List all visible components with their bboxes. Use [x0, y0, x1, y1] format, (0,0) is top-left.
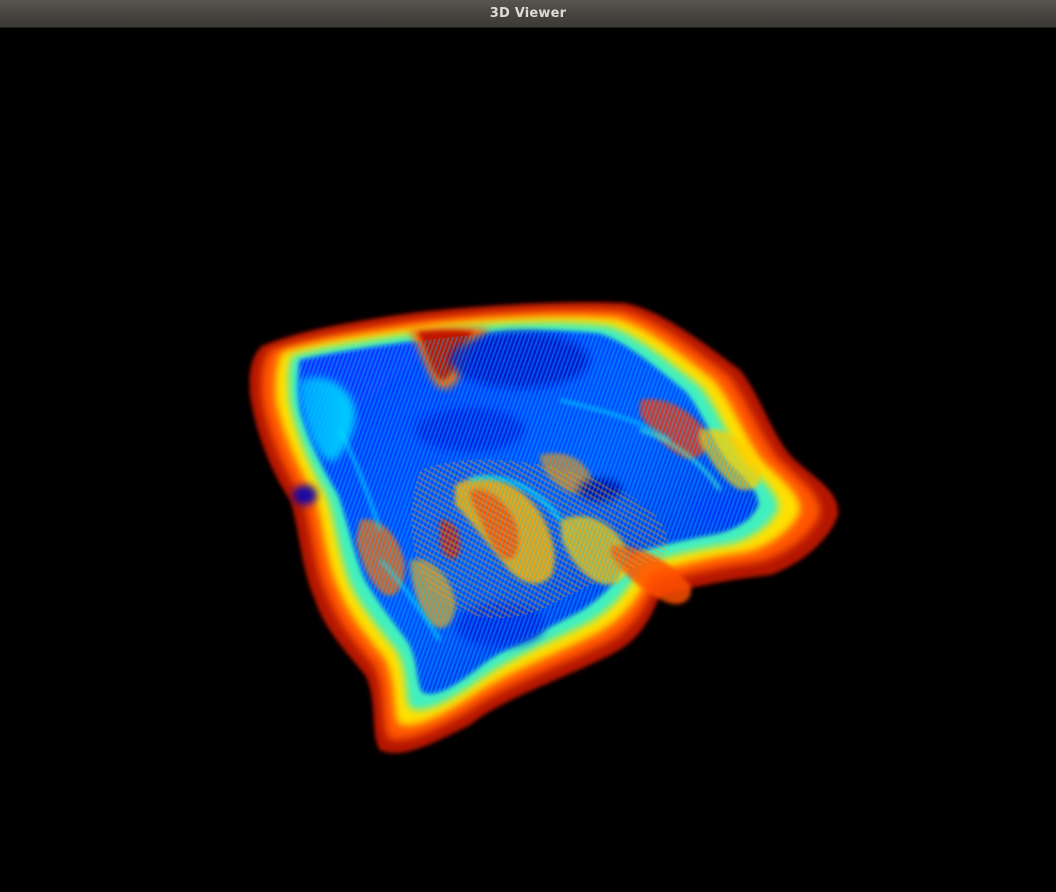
window-titlebar[interactable]: 3D Viewer: [0, 0, 1056, 28]
point-cloud-render[interactable]: [0, 28, 1056, 892]
viewer-window: 3D Viewer: [0, 0, 1056, 892]
window-title: 3D Viewer: [489, 6, 567, 21]
3d-viewport[interactable]: [0, 28, 1056, 892]
